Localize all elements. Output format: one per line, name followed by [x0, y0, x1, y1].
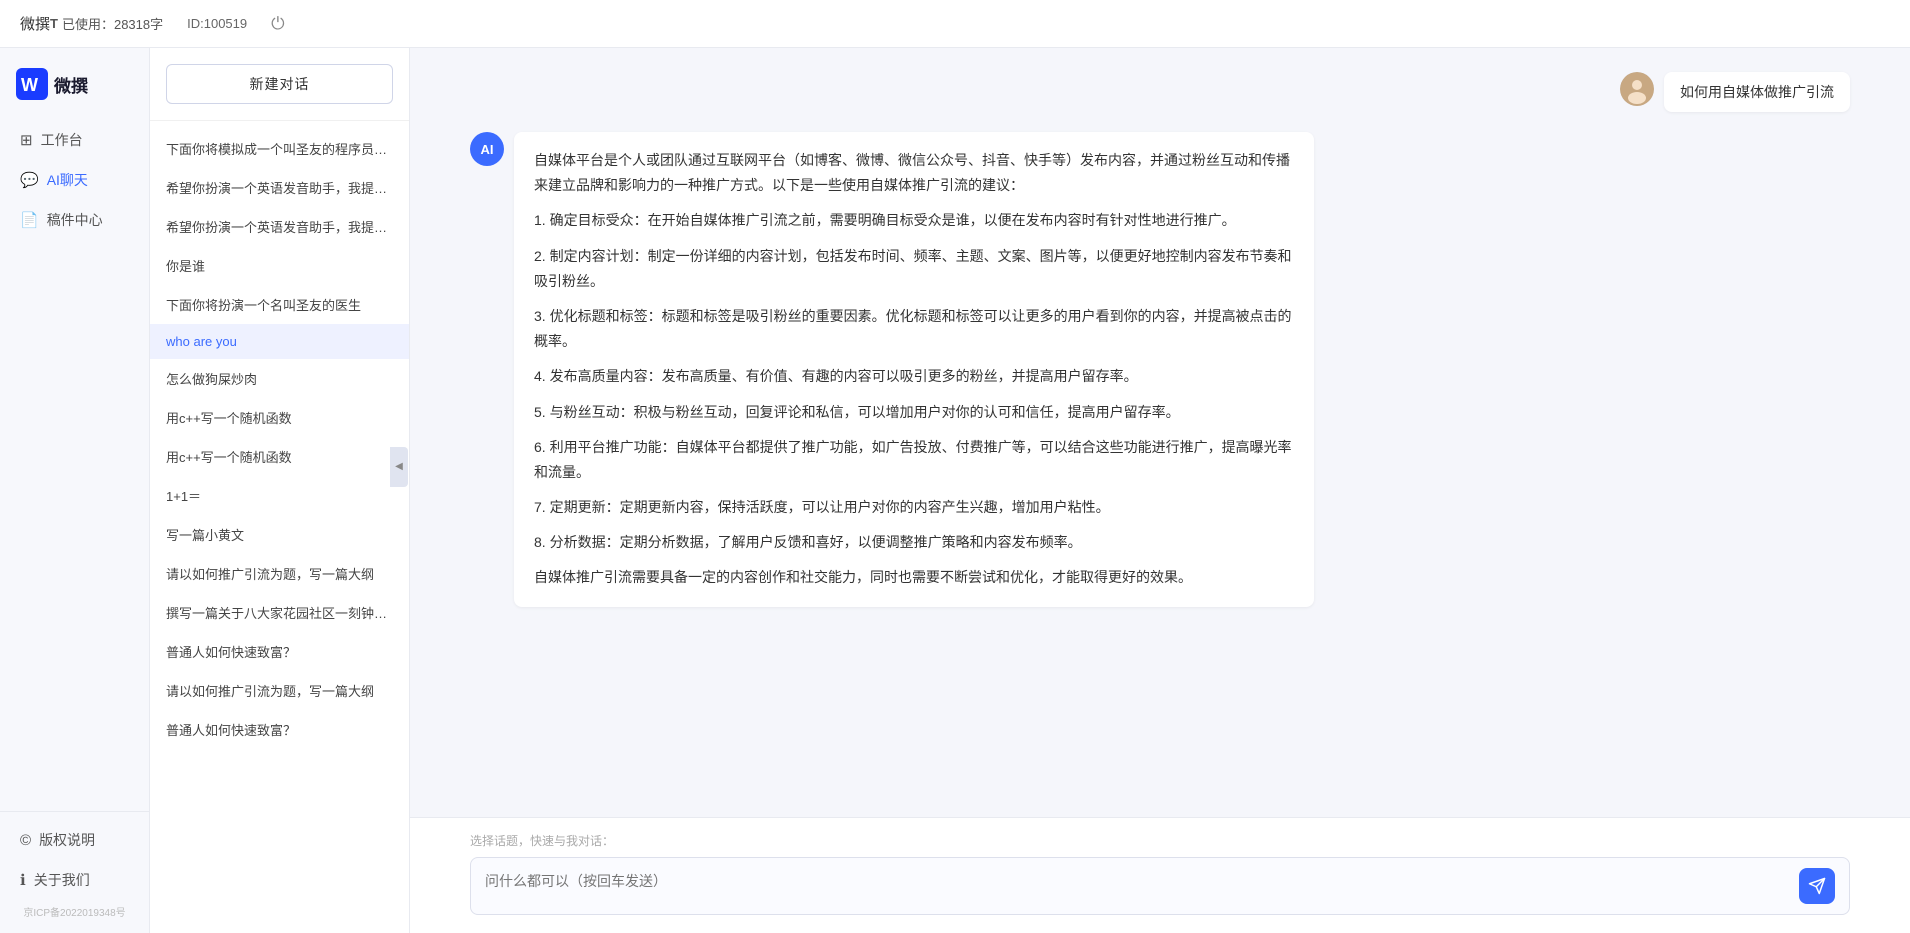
sidebar-header: 新建对话 — [150, 48, 409, 121]
collapse-button[interactable]: ◀ — [390, 447, 408, 487]
user-question-text: 如何用自媒体做推广引流 — [1680, 84, 1834, 100]
nav-item-about[interactable]: ℹ 关于我们 — [0, 860, 149, 900]
ai-bubble: 自媒体平台是个人或团队通过互联网平台（如博客、微博、微信公众号、抖音、快手等）发… — [514, 132, 1314, 607]
logo-text: 微撰 — [54, 72, 88, 97]
topbar-title: 微撰 — [20, 13, 50, 34]
ai-response-paragraph: 7. 定期更新：定期更新内容，保持活跃度，可以让用户对你的内容产生兴趣，增加用户… — [534, 495, 1294, 520]
topbar: 微撰 T 已使用：28318字 ID:100519 ⏻ — [0, 0, 1910, 48]
ai-response-paragraph: 1. 确定目标受众：在开始自媒体推广引流之前，需要明确目标受众是谁，以便在发布内… — [534, 208, 1294, 233]
ai-chat-label: AI聊天 — [47, 170, 88, 190]
about-icon: ℹ — [20, 871, 26, 889]
icp-notice: 京ICP备2022019348号 — [0, 900, 149, 923]
chat-item[interactable]: 普通人如何快速致富？ — [150, 632, 409, 671]
chat-item[interactable]: who are you — [150, 324, 409, 359]
ai-message: AI 自媒体平台是个人或团队通过互联网平台（如博客、微博、微信公众号、抖音、快手… — [470, 132, 1850, 607]
main-layout: W 微撰 ⊞ 工作台 💬 AI聊天 📄 稿件中心 © 版权说明 ℹ 关于我们 — [0, 48, 1910, 933]
icp-text: 京ICP备2022019348号 — [0, 900, 149, 923]
logo-area: W 微撰 — [0, 68, 149, 120]
about-label: 关于我们 — [34, 870, 90, 890]
user-message: 如何用自媒体做推广引流 — [470, 72, 1850, 112]
chat-item[interactable]: 请以如何推广引流为题，写一篇大纲 — [150, 671, 409, 710]
nav-item-ai-chat[interactable]: 💬 AI聊天 — [0, 160, 149, 200]
power-icon[interactable]: ⏻ — [271, 14, 284, 34]
ai-avatar: AI — [470, 132, 504, 166]
ai-response-paragraph: 3. 优化标题和标签：标题和标签是吸引粉丝的重要因素。优化标题和标签可以让更多的… — [534, 304, 1294, 354]
chat-item[interactable]: 希望你扮演一个英语发音助手，我提供给你... — [150, 168, 409, 207]
nav-bottom: © 版权说明 ℹ 关于我们 京ICP备2022019348号 — [0, 811, 149, 923]
chat-item[interactable]: 写一篇小黄文 — [150, 515, 409, 554]
mailbox-label: 稿件中心 — [47, 210, 103, 230]
chat-area: 如何用自媒体做推广引流 AI 自媒体平台是个人或团队通过互联网平台（如博客、微博… — [410, 48, 1910, 933]
user-bubble: 如何用自媒体做推广引流 — [1664, 72, 1850, 112]
copyright-icon: © — [20, 832, 31, 849]
send-button[interactable] — [1799, 868, 1835, 904]
chat-item[interactable]: 普通人如何快速致富？ — [150, 710, 409, 749]
ai-response-paragraph: 8. 分析数据：定期分析数据，了解用户反馈和喜好，以便调整推广策略和内容发布频率… — [534, 530, 1294, 555]
left-nav: W 微撰 ⊞ 工作台 💬 AI聊天 📄 稿件中心 © 版权说明 ℹ 关于我们 — [0, 48, 150, 933]
ai-response-paragraph: 4. 发布高质量内容：发布高质量、有价值、有趣的内容可以吸引更多的粉丝，并提高用… — [534, 364, 1294, 389]
input-box — [470, 857, 1850, 915]
chat-item[interactable]: 你是谁 — [150, 246, 409, 285]
char-count-icon: T — [50, 16, 58, 31]
chat-item[interactable]: 请以如何推广引流为题，写一篇大纲 — [150, 554, 409, 593]
copyright-label: 版权说明 — [39, 830, 95, 850]
svg-text:W: W — [21, 75, 38, 95]
workbench-icon: ⊞ — [20, 131, 33, 149]
chat-item[interactable]: 下面你将模拟成一个叫圣友的程序员，我说... — [150, 129, 409, 168]
ai-chat-icon: 💬 — [20, 171, 39, 189]
logo-icon: W — [16, 68, 48, 100]
messages-container: 如何用自媒体做推广引流 AI 自媒体平台是个人或团队通过互联网平台（如博客、微博… — [410, 48, 1910, 817]
user-avatar — [1620, 72, 1654, 106]
ai-response-paragraph: 5. 与粉丝互动：积极与粉丝互动，回复评论和私信，可以增加用户对你的认可和信任，… — [534, 400, 1294, 425]
ai-response-paragraph: 自媒体推广引流需要具备一定的内容创作和社交能力，同时也需要不断尝试和优化，才能取… — [534, 565, 1294, 590]
nav-item-workbench[interactable]: ⊞ 工作台 — [0, 120, 149, 160]
nav-item-mailbox[interactable]: 📄 稿件中心 — [0, 200, 149, 240]
workbench-label: 工作台 — [41, 130, 83, 150]
input-area: 选择话题，快速与我对话： — [410, 817, 1910, 933]
chat-item[interactable]: 用c++写一个随机函数 — [150, 398, 409, 437]
chat-item[interactable]: 希望你扮演一个英语发音助手，我提供给你... — [150, 207, 409, 246]
sidebar-list: 下面你将模拟成一个叫圣友的程序员，我说...希望你扮演一个英语发音助手，我提供给… — [150, 121, 409, 933]
sidebar: 新建对话 下面你将模拟成一个叫圣友的程序员，我说...希望你扮演一个英语发音助手… — [150, 48, 410, 933]
ai-response-paragraph: 自媒体平台是个人或团队通过互联网平台（如博客、微博、微信公众号、抖音、快手等）发… — [534, 148, 1294, 198]
new-chat-button[interactable]: 新建对话 — [166, 64, 393, 104]
chevron-left-icon: ◀ — [395, 461, 403, 472]
chat-input[interactable] — [485, 870, 1791, 902]
chat-item[interactable]: 用c++写一个随机函数 — [150, 437, 409, 476]
ai-response-paragraph: 2. 制定内容计划：制定一份详细的内容计划，包括发布时间、频率、主题、文案、图片… — [534, 244, 1294, 294]
chat-item[interactable]: 下面你将扮演一个名叫圣友的医生 — [150, 285, 409, 324]
usage-text: 已使用：28318字 — [62, 14, 163, 33]
nav-item-copyright[interactable]: © 版权说明 — [0, 820, 149, 860]
chat-item[interactable]: 撰写一篇关于八大家花园社区一刻钟便民生... — [150, 593, 409, 632]
quick-prompt-label: 选择话题，快速与我对话： — [470, 832, 1850, 849]
mailbox-icon: 📄 — [20, 211, 39, 229]
id-text: ID:100519 — [187, 16, 247, 31]
topbar-usage: T 已使用：28318字 — [50, 14, 163, 33]
chat-item[interactable]: 怎么做狗屎炒肉 — [150, 359, 409, 398]
ai-response-paragraph: 6. 利用平台推广功能：自媒体平台都提供了推广功能，如广告投放、付费推广等，可以… — [534, 435, 1294, 485]
topbar-right: T 已使用：28318字 ID:100519 ⏻ — [50, 14, 285, 34]
chat-item[interactable]: 1+1＝ — [150, 476, 409, 515]
